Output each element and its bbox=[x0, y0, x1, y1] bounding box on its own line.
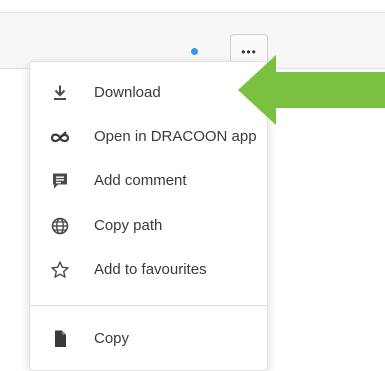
menu-item-copy-path[interactable]: Copy path bbox=[30, 207, 267, 245]
menu-item-copy[interactable]: Copy bbox=[30, 320, 267, 358]
menu-item-label: Add comment bbox=[94, 172, 187, 189]
status-dot bbox=[191, 48, 198, 55]
menu-item-label: Open in DRACOON app bbox=[94, 128, 257, 145]
file-copy-icon bbox=[50, 329, 70, 349]
menu-item-label: Copy path bbox=[94, 217, 163, 234]
context-menu: Download Open in DRACOON app Add comment bbox=[29, 61, 268, 371]
star-outline-icon bbox=[50, 260, 70, 280]
menu-divider bbox=[30, 305, 267, 306]
green-arrow-annotation bbox=[238, 55, 385, 125]
menu-item-open-in-app[interactable]: Open in DRACOON app bbox=[30, 118, 267, 156]
globe-icon bbox=[50, 216, 70, 236]
menu-item-add-to-favourites[interactable]: Add to favourites bbox=[30, 251, 267, 289]
menu-item-download[interactable]: Download bbox=[30, 74, 267, 112]
menu-item-label: Add to favourites bbox=[94, 261, 207, 278]
menu-item-label: Copy bbox=[94, 330, 130, 347]
menu-item-label: Download bbox=[94, 84, 161, 101]
comment-icon bbox=[50, 171, 70, 191]
download-icon bbox=[50, 83, 70, 103]
menu-item-add-comment[interactable]: Add comment bbox=[30, 162, 267, 200]
dracoon-logo-icon bbox=[50, 127, 70, 147]
